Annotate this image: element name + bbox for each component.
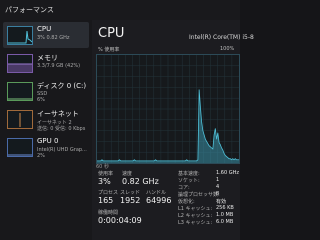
sidebar-item-ethernet[interactable]: イーサネット イーサネット 2 送信: 0 受信: 0 Kbps [3,106,89,132]
sidebar-item-label: イーサネット [37,110,79,118]
logical-processors-label: 論理プロセッサ数: [178,192,220,198]
task-manager-window: パフォーマンス CPU 3% 0.82 GHz メモリ 3.3/7.9 GB (… [0,0,254,240]
l1-cache-value: 256 KB [216,205,234,211]
page-title: CPU [98,26,125,41]
memory-thumbnail-graph [7,54,33,73]
uptime-value: 0:00:04:09 [98,216,142,225]
sidebar-item-label: GPU 0 [37,137,59,145]
cpu-thumbnail-graph [7,26,33,45]
handles-value: 64996 [146,196,172,205]
cpu-utilization-graph [96,54,240,164]
virtualization-label: 仮想化: [178,199,195,205]
sidebar-item-gpu[interactable]: GPU 0 Intel(R) UHD Grap... 2% [3,134,89,160]
sidebar-item-detail: 3% 0.82 GHz [37,35,70,41]
sidebar-item-cpu[interactable]: CPU 3% 0.82 GHz [3,22,89,48]
base-speed-value: 1.60 GHz [216,170,239,176]
utilization-axis-label: % 使用率 [98,47,120,53]
l2-cache-label: L2 キャッシュ: [178,213,213,219]
processes-value: 165 [98,196,114,205]
sidebar-item-label: ディスク 0 (C:) [37,82,87,90]
ethernet-thumbnail-graph [7,110,33,129]
graph-time-span-label: 60 秒 [96,164,109,170]
sidebar-item-disk[interactable]: ディスク 0 (C:) SSD 6% [3,78,89,104]
l3-cache-label: L3 キャッシュ: [178,220,213,226]
logical-processors-value: 8 [216,191,220,197]
cores-label: コア: [178,185,190,191]
l1-cache-label: L1 キャッシュ: [178,206,213,212]
sidebar-item-detail: 6% [37,97,45,103]
l2-cache-value: 1.0 MB [216,212,234,218]
l3-cache-value: 6.0 MB [216,219,234,225]
usage-label: 使用率 [98,171,114,177]
base-speed-label: 基本速度: [178,171,200,177]
sockets-value: 1 [216,177,220,183]
uptime-label: 稼働時間 [98,210,119,216]
cpu-model-name: Intel(R) Core(TM) i5-8 [189,34,254,41]
disk-thumbnail-graph [7,82,33,101]
performance-sidebar: CPU 3% 0.82 GHz メモリ 3.3/7.9 GB (42%) ディス… [0,20,92,240]
cpu-stats: 使用率 速度 3% 0.82 GHz プロセス スレッド ハンドル 165 19… [92,170,240,240]
gpu-thumbnail-graph [7,138,33,157]
window-title: パフォーマンス [5,6,54,14]
sockets-label: ソケット: [178,178,200,184]
speed-label: 速度 [122,171,133,177]
sidebar-item-detail: 送信: 0 受信: 0 Kbps [37,126,86,132]
handles-label: ハンドル [146,190,167,196]
usage-value: 3% [98,177,111,186]
sidebar-item-detail: 2% [37,153,45,159]
sidebar-item-detail: 3.3/7.9 GB (42%) [37,63,81,69]
speed-value: 0.82 GHz [122,177,159,186]
virtualization-value: 有効 [216,199,227,205]
cpu-detail-panel: CPU Intel(R) Core(TM) i5-8 % 使用率 100% 60… [92,20,254,240]
sidebar-item-label: メモリ [37,54,58,62]
sidebar-item-memory[interactable]: メモリ 3.3/7.9 GB (42%) [3,50,89,76]
processes-label: プロセス [98,190,119,196]
threads-value: 1952 [120,196,141,205]
sidebar-item-label: CPU [37,25,52,33]
threads-label: スレッド [120,190,141,196]
max-percent-label: 100% [220,46,235,52]
title-bar: パフォーマンス [0,0,240,20]
cores-value: 4 [216,184,220,190]
